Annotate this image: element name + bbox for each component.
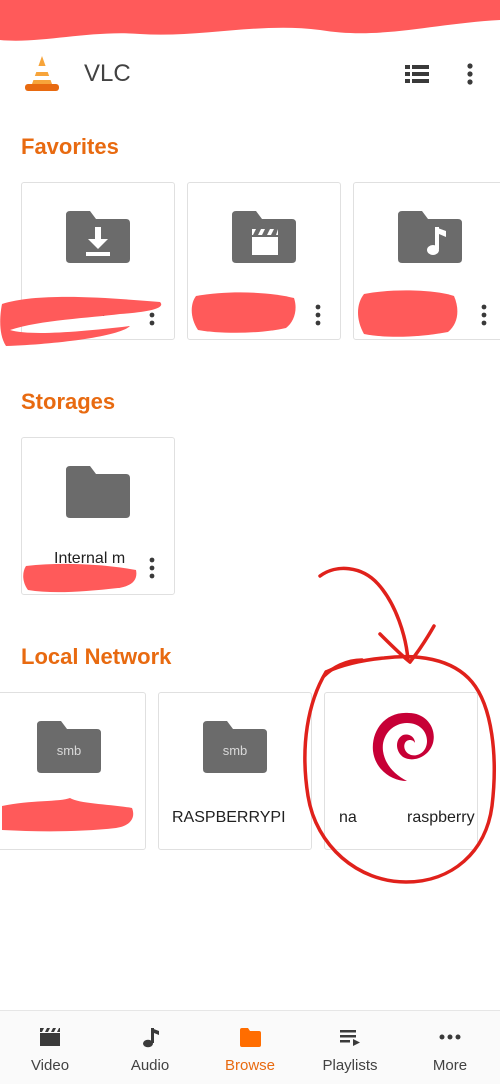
status-bar-redaction <box>0 0 500 41</box>
smb-badge: smb <box>57 743 82 758</box>
network-card-raspberrypi[interactable]: smb RASPBERRYPI <box>158 692 312 850</box>
bottom-navigation: Video Audio Browse Playlists More <box>0 1010 500 1084</box>
nav-label: Playlists <box>322 1057 378 1074</box>
playlist-icon <box>340 1030 360 1046</box>
folder-icon <box>66 466 130 518</box>
music-folder-icon <box>398 211 462 263</box>
nav-label: Audio <box>130 1057 170 1074</box>
more-horizontal-icon <box>439 1034 461 1040</box>
favorites-section-title: Favorites <box>21 134 119 159</box>
nav-browse[interactable]: Browse <box>200 1011 300 1084</box>
overflow-menu-icon[interactable] <box>458 58 482 90</box>
vlc-logo-icon <box>25 56 59 91</box>
display-mode-list-icon[interactable] <box>402 60 432 88</box>
more-options-icon[interactable] <box>310 301 326 329</box>
nav-video[interactable]: Video <box>0 1011 100 1084</box>
download-folder-icon <box>66 211 130 263</box>
favorite-label: Download <box>34 303 106 320</box>
smb-folder-icon: smb <box>37 721 101 773</box>
smb-badge: smb <box>223 743 248 758</box>
network-card-smb-1[interactable]: smb <box>0 692 146 850</box>
folder-icon <box>240 1028 261 1047</box>
storages-section-title: Storages <box>21 389 116 414</box>
app-bar: VLC <box>0 46 500 102</box>
more-options-icon[interactable] <box>144 301 160 329</box>
local-network-section-title: Local Network <box>21 644 172 669</box>
favorite-card-music[interactable] <box>353 182 500 340</box>
video-icon <box>40 1028 60 1046</box>
more-options-icon[interactable] <box>476 301 492 329</box>
app-title: VLC <box>84 60 131 87</box>
nav-audio[interactable]: Audio <box>100 1011 200 1084</box>
network-label: RASPBERRYPI <box>172 809 286 826</box>
nav-label: Video <box>30 1057 70 1074</box>
smb-folder-icon: smb <box>203 721 267 773</box>
nav-label: Browse <box>224 1057 276 1074</box>
favorite-card-download[interactable]: Download <box>21 182 175 340</box>
storage-card-internal[interactable]: Internal m <box>21 437 175 595</box>
more-options-icon[interactable] <box>144 554 160 582</box>
network-card-debian[interactable]: na raspberry <box>324 692 478 850</box>
nav-label: More <box>432 1057 468 1074</box>
storage-label: Internal m <box>54 550 126 567</box>
favorite-card-video[interactable] <box>187 182 341 340</box>
nav-playlists[interactable]: Playlists <box>300 1011 400 1084</box>
network-label-left: na <box>339 809 357 826</box>
debian-icon <box>372 712 434 781</box>
network-label-right: raspberry <box>407 809 475 826</box>
video-folder-icon <box>232 211 296 263</box>
nav-more[interactable]: More <box>400 1011 500 1084</box>
music-note-icon <box>143 1028 159 1048</box>
